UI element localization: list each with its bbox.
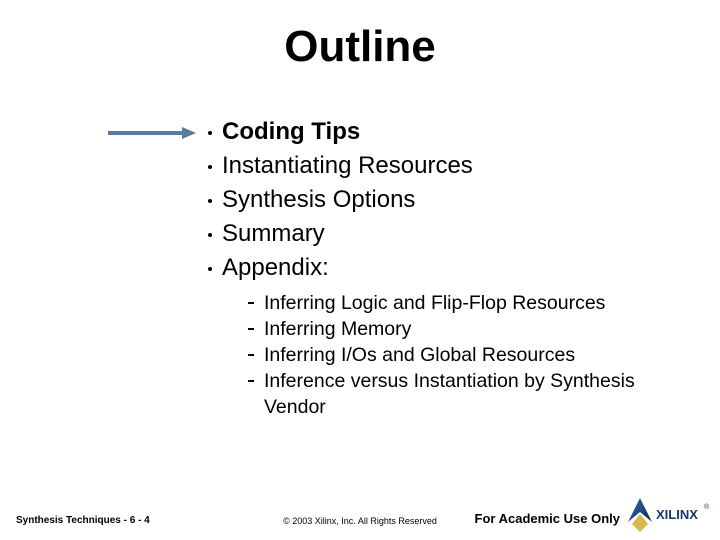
list-item-label: Inferring Memory (264, 318, 411, 340)
bullet-dot-icon (208, 233, 212, 237)
svg-text:®: ® (704, 503, 710, 511)
slide-title: Outline (0, 22, 720, 72)
footer-right: For Academic Use Only (475, 511, 620, 526)
list-item-label: Instantiating Resources (222, 152, 473, 179)
list-item: Appendix: (222, 251, 473, 285)
list-item: Synthesis Options (222, 183, 473, 217)
outline-list: Coding Tips Instantiating Resources Synt… (222, 115, 473, 285)
list-item-label: Inference versus Instantiation by Synthe… (264, 370, 635, 418)
bullet-dot-icon (208, 199, 212, 203)
list-item: Inferring Memory (264, 316, 674, 342)
list-item-label: Synthesis Options (222, 186, 415, 213)
pointer-arrow-icon (108, 126, 196, 140)
list-item-label: Summary (222, 220, 325, 247)
dash-icon (248, 328, 254, 330)
bullet-dot-icon (208, 165, 212, 169)
list-item: Coding Tips (222, 115, 473, 149)
list-item-label: Inferring Logic and Flip-Flop Resources (264, 292, 605, 314)
dash-icon (248, 380, 254, 382)
bullet-dot-icon (208, 131, 212, 135)
list-item: Summary (222, 217, 473, 251)
list-item: Instantiating Resources (222, 149, 473, 183)
dash-icon (248, 302, 254, 304)
list-item-label: Inferring I/Os and Global Resources (264, 344, 575, 366)
list-item-label: Coding Tips (222, 118, 360, 145)
bullet-dot-icon (208, 267, 212, 271)
dash-icon (248, 354, 254, 356)
logo-text: XILINX (656, 507, 698, 522)
slide: Outline Coding Tips Instantiating Resour… (0, 0, 720, 540)
list-item: Inference versus Instantiation by Synthe… (264, 368, 674, 420)
xilinx-logo-icon: XILINX ® (622, 492, 712, 536)
list-item: Inferring Logic and Flip-Flop Resources (264, 290, 674, 316)
outline-sublist: Inferring Logic and Flip-Flop Resources … (264, 290, 674, 420)
list-item: Inferring I/Os and Global Resources (264, 342, 674, 368)
list-item-label: Appendix: (222, 254, 329, 281)
